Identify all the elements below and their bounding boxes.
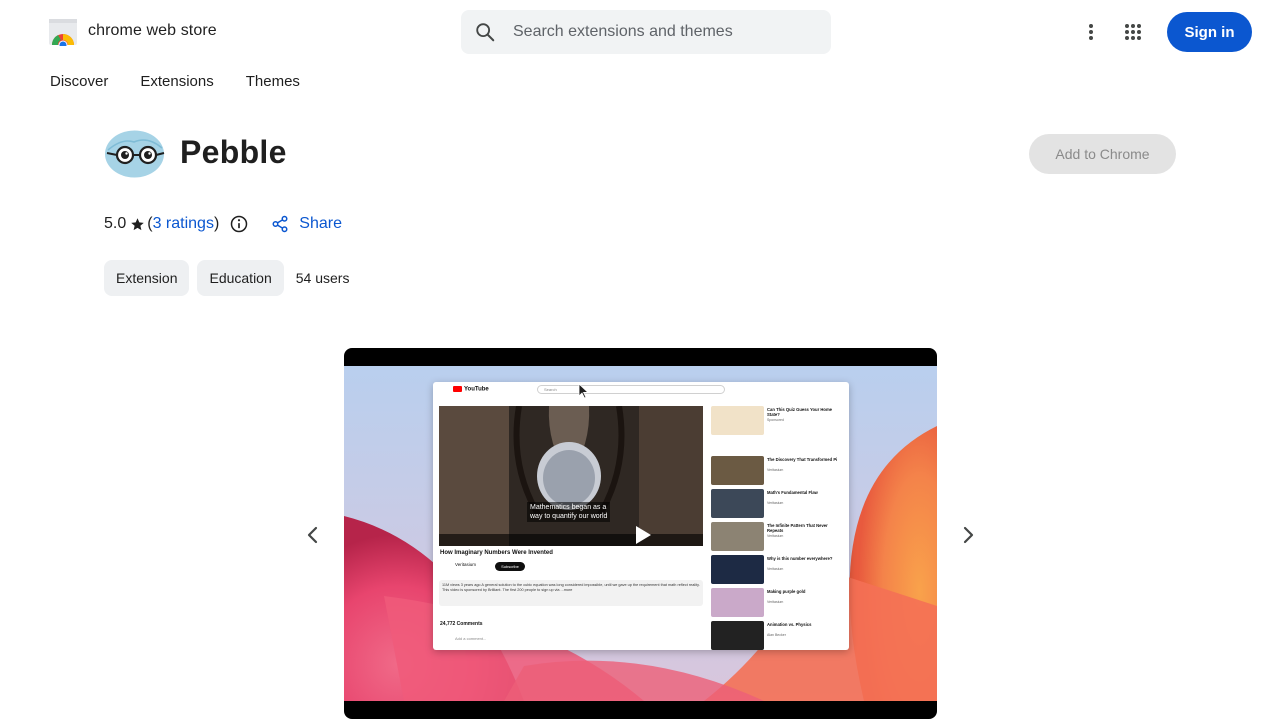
star-icon bbox=[131, 217, 144, 230]
carousel-prev-button[interactable] bbox=[298, 521, 326, 549]
google-apps-button[interactable] bbox=[1119, 18, 1147, 46]
side-thumb bbox=[711, 555, 764, 584]
video-description: 11M views 3 years ago A general solution… bbox=[439, 580, 703, 606]
side-video: Math's Fundamental Flaw Veritasium bbox=[711, 489, 843, 519]
sign-in-button[interactable]: Sign in bbox=[1167, 12, 1252, 52]
category-chips: Extension Education 54 users bbox=[104, 260, 349, 296]
side-video: Why is this number everywhere? Veritasiu… bbox=[711, 555, 843, 585]
info-icon[interactable] bbox=[229, 214, 249, 234]
chip-education[interactable]: Education bbox=[197, 260, 284, 296]
nav-extensions[interactable]: Extensions bbox=[140, 72, 213, 92]
share-button[interactable]: Share bbox=[271, 215, 342, 233]
search-bar[interactable] bbox=[461, 10, 831, 54]
side-video: The Discovery That Transformed Pi Verita… bbox=[711, 456, 843, 486]
chip-extension[interactable]: Extension bbox=[104, 260, 190, 296]
side-video: Can This Quiz Guess Your Home State? Spo… bbox=[711, 406, 843, 436]
video-caption: Mathematics began as a way to quantify o… bbox=[527, 502, 611, 522]
apps-grid-icon bbox=[1125, 24, 1141, 40]
top-header: chrome web store Sign in bbox=[0, 0, 1280, 64]
youtube-topbar: YouTube Search bbox=[433, 382, 849, 398]
side-thumb bbox=[711, 456, 764, 485]
media-screenshot[interactable]: YouTube Search Mathematics began as a wa… bbox=[344, 348, 937, 719]
more-options-button[interactable] bbox=[1077, 18, 1105, 46]
pebble-extension-icon bbox=[105, 130, 165, 178]
chevron-right-icon bbox=[963, 526, 974, 544]
chrome-web-store-logo[interactable]: chrome web store bbox=[48, 16, 217, 46]
rating-row: 5.0 ( 3 ratings ) Share bbox=[104, 212, 342, 236]
side-thumb bbox=[711, 522, 764, 551]
carousel-next-button[interactable] bbox=[955, 521, 983, 549]
youtube-search: Search bbox=[537, 385, 725, 394]
nav-themes[interactable]: Themes bbox=[246, 72, 300, 92]
side-thumb bbox=[711, 621, 764, 650]
side-video: Animation vs. Physics Alan Becker bbox=[711, 621, 843, 650]
youtube-window-mock: YouTube Search Mathematics began as a wa… bbox=[433, 382, 849, 650]
share-label: Share bbox=[299, 215, 342, 232]
side-thumb bbox=[711, 588, 764, 617]
youtube-sidebar: Can This Quiz Guess Your Home State? Spo… bbox=[711, 406, 843, 650]
channel-name: Veritasium bbox=[455, 562, 477, 567]
video-controls bbox=[439, 534, 703, 546]
user-count: 54 users bbox=[295, 270, 350, 286]
logo-text: chrome web store bbox=[88, 22, 217, 39]
rating-value: 5.0 bbox=[104, 215, 127, 232]
youtube-video-player: Mathematics began as a way to quantify o… bbox=[439, 406, 703, 546]
nav-discover[interactable]: Discover bbox=[50, 72, 108, 92]
search-icon bbox=[476, 23, 495, 42]
ratings-close-paren: ) bbox=[213, 215, 220, 232]
play-icon[interactable] bbox=[630, 523, 654, 547]
mouse-cursor-icon bbox=[578, 383, 590, 399]
youtube-logo: YouTube bbox=[453, 386, 489, 393]
side-video: The Infinite Pattern That Never Repeats … bbox=[711, 522, 843, 552]
side-thumb bbox=[711, 406, 764, 435]
ratings-link[interactable]: 3 ratings bbox=[153, 215, 214, 233]
search-input[interactable] bbox=[513, 10, 813, 54]
video-title: How Imaginary Numbers Were Invented bbox=[440, 550, 553, 556]
extension-title: Pebble bbox=[180, 134, 287, 170]
side-thumb bbox=[711, 489, 764, 518]
comments-count: 24,772 Comments bbox=[440, 621, 483, 627]
share-icon bbox=[272, 215, 288, 233]
main-nav: Discover Extensions Themes bbox=[50, 72, 332, 92]
hourglass-image bbox=[439, 406, 703, 546]
more-vert-icon bbox=[1089, 24, 1093, 40]
add-comment: Add a comment... bbox=[455, 636, 487, 641]
chevron-left-icon bbox=[307, 526, 318, 544]
chrome-web-store-icon bbox=[49, 19, 77, 46]
side-video: Making purple gold Veritasium bbox=[711, 588, 843, 618]
add-to-chrome-button[interactable]: Add to Chrome bbox=[1029, 134, 1176, 174]
subscribe-button: Subscribe bbox=[495, 562, 525, 571]
